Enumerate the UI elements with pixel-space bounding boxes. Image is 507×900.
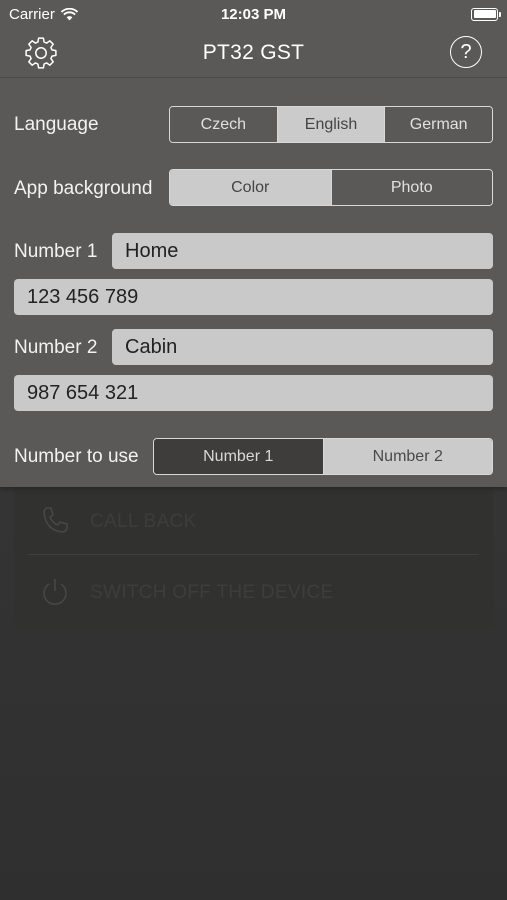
number-to-use-segmented-control: Number 1 Number 2 [153,438,493,475]
action-label-switch-off: SWITCH OFF THE DEVICE [90,582,334,603]
app-background-label: App background [14,178,153,199]
page-title: PT32 GST [202,40,305,64]
number1-phone-field[interactable]: 123 456 789 [14,279,493,315]
status-bar: Carrier 12:03 PM [0,0,507,28]
language-option-czech[interactable]: Czech [170,107,278,142]
power-icon [43,579,67,605]
battery-icon [471,7,501,21]
language-option-english[interactable]: English [277,107,386,142]
gear-icon[interactable] [24,36,58,70]
help-symbol: ? [460,40,472,63]
language-label: Language [14,114,99,135]
action-card: CALL BACK SWITCH OFF THE DEVICE [14,487,493,628]
background-option-color[interactable]: Color [170,170,332,205]
number1-label: Number 1 [14,241,98,262]
app-background-segmented-control: Color Photo [169,169,493,206]
number-to-use-option-1[interactable]: Number 1 [154,439,324,474]
language-segmented-control: Czech English German [169,106,493,143]
action-label-call-back: CALL BACK [90,511,197,532]
number2-label: Number 2 [14,337,98,358]
number1-name-field[interactable]: Home [112,233,493,269]
number2-phone-field[interactable]: 987 654 321 [14,375,493,411]
settings-panel: PT32 GST ? Language Czech English German… [0,0,507,487]
action-divider [28,554,479,555]
help-icon[interactable]: ? [450,36,482,68]
number-to-use-option-2[interactable]: Number 2 [323,439,492,474]
carrier-label: Carrier [9,5,55,23]
nav-bar: PT32 GST ? [0,28,507,78]
number2-name-field[interactable]: Cabin [112,329,493,365]
number-to-use-label: Number to use [14,446,139,467]
phone-icon [43,507,68,533]
background-option-photo[interactable]: Photo [331,170,492,205]
action-row-call-back[interactable]: CALL BACK [14,487,493,557]
action-row-switch-off[interactable]: SWITCH OFF THE DEVICE [14,558,493,628]
language-option-german[interactable]: German [385,107,492,142]
status-left: Carrier [9,6,78,23]
wifi-icon [60,7,78,20]
